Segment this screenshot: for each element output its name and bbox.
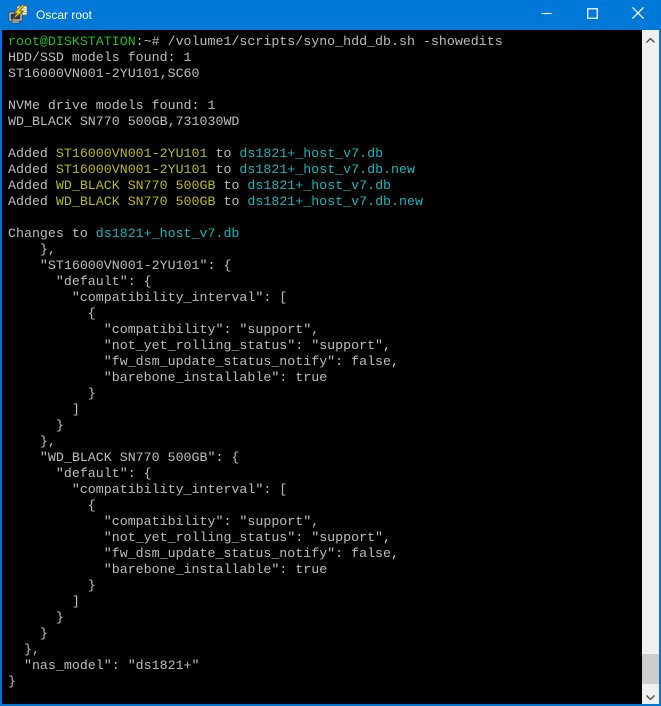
terminal-line: "not_yet_rolling_status": "support", <box>8 530 642 546</box>
terminal-line: Added WD_BLACK SN770 500GB to ds1821+_ho… <box>8 194 642 210</box>
terminal-line: Added ST16000VN001-2YU101 to ds1821+_hos… <box>8 162 642 178</box>
terminal-line: Changes to ds1821+_host_v7.db <box>8 226 642 242</box>
window-controls <box>523 0 661 30</box>
terminal-line: "barebone_installable": true <box>8 562 642 578</box>
terminal-line: "not_yet_rolling_status": "support", <box>8 338 642 354</box>
terminal-line: "compatibility": "support", <box>8 514 642 530</box>
terminal-line: "ST16000VN001-2YU101": { <box>8 258 642 274</box>
terminal-line <box>8 210 642 226</box>
putty-app-icon <box>8 5 28 25</box>
terminal-line: } <box>8 578 642 594</box>
titlebar[interactable]: Oscar root <box>0 0 661 30</box>
terminal-line: "barebone_installable": true <box>8 370 642 386</box>
close-icon <box>632 6 644 24</box>
minimize-button[interactable] <box>523 0 569 30</box>
window-body: root@DISKSTATION:~# /volume1/scripts/syn… <box>2 30 659 704</box>
terminal-line: Added ST16000VN001-2YU101 to ds1821+_hos… <box>8 146 642 162</box>
terminal-line: { <box>8 306 642 322</box>
scrollbar-up-arrow[interactable] <box>642 30 659 47</box>
terminal-line <box>8 82 642 98</box>
terminal-line: "default": { <box>8 466 642 482</box>
terminal-line: "compatibility": "support", <box>8 322 642 338</box>
terminal-line: } <box>8 626 642 642</box>
terminal-line: { <box>8 498 642 514</box>
terminal-line: ST16000VN001-2YU101,SC60 <box>8 66 642 82</box>
putty-window: Oscar root ro <box>0 0 661 706</box>
window-title: Oscar root <box>36 8 523 22</box>
terminal-line: "compatibility_interval": [ <box>8 482 642 498</box>
terminal-line: ] <box>8 594 642 610</box>
terminal-line: "fw_dsm_update_status_notify": false, <box>8 546 642 562</box>
terminal-line: "WD_BLACK SN770 500GB": { <box>8 450 642 466</box>
terminal-line: WD_BLACK SN770 500GB,731030WD <box>8 114 642 130</box>
terminal-line: ] <box>8 402 642 418</box>
terminal-line: }, <box>8 242 642 258</box>
terminal-line: }, <box>8 642 642 658</box>
terminal-line: "nas_model": "ds1821+" <box>8 658 642 674</box>
terminal-line: } <box>8 418 642 434</box>
terminal-output[interactable]: root@DISKSTATION:~# /volume1/scripts/syn… <box>2 30 642 704</box>
terminal-line: }, <box>8 434 642 450</box>
terminal-line: } <box>8 674 642 690</box>
terminal-line: "fw_dsm_update_status_notify": false, <box>8 354 642 370</box>
scrollbar-track[interactable] <box>642 47 659 687</box>
chevron-up-icon <box>646 30 655 48</box>
minimize-icon <box>541 6 552 24</box>
terminal-line: } <box>8 610 642 626</box>
terminal-line: } <box>8 386 642 402</box>
chevron-down-icon <box>646 687 655 705</box>
terminal-line: "compatibility_interval": [ <box>8 290 642 306</box>
terminal-line: "default": { <box>8 274 642 290</box>
terminal-line: root@DISKSTATION:~# /volume1/scripts/syn… <box>8 34 642 50</box>
scrollbar-down-arrow[interactable] <box>642 687 659 704</box>
close-button[interactable] <box>615 0 661 30</box>
scrollbar <box>642 30 659 704</box>
terminal-line <box>8 130 642 146</box>
maximize-icon <box>587 6 598 24</box>
terminal-line: Added WD_BLACK SN770 500GB to ds1821+_ho… <box>8 178 642 194</box>
scrollbar-thumb[interactable] <box>642 654 659 684</box>
terminal-line: NVMe drive models found: 1 <box>8 98 642 114</box>
terminal-line: HDD/SSD models found: 1 <box>8 50 642 66</box>
maximize-button[interactable] <box>569 0 615 30</box>
